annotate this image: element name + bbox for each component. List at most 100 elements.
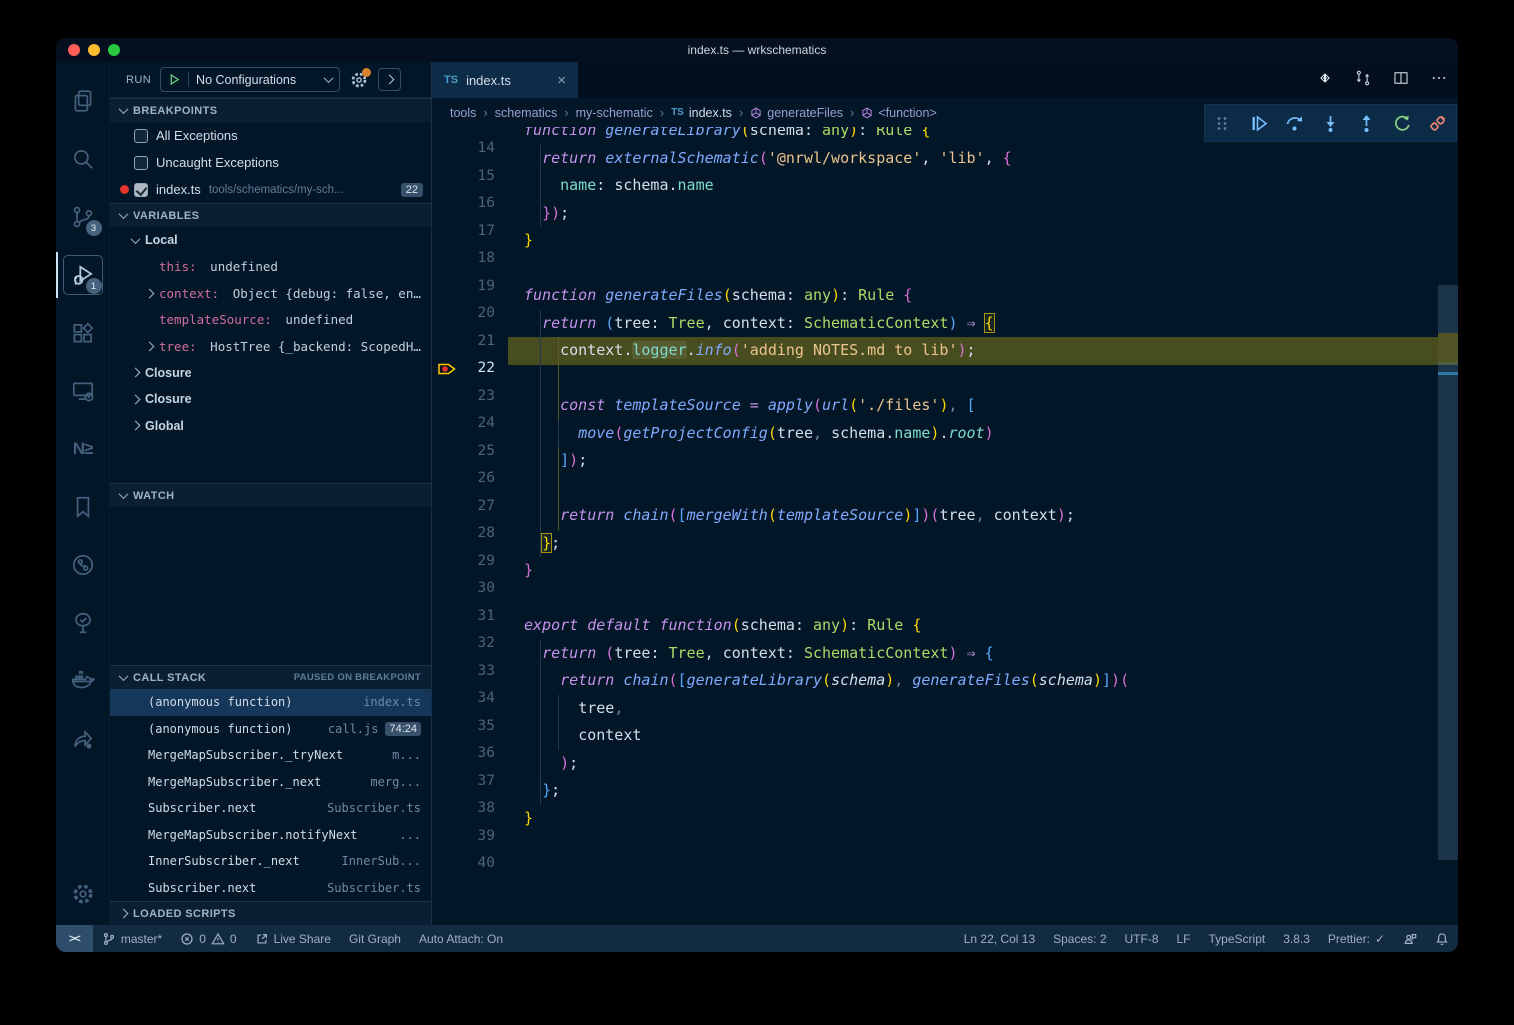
breadcrumb-item-file[interactable]: TS index.ts xyxy=(671,106,732,120)
loaded-scripts-section-header[interactable]: LOADED SCRIPTS xyxy=(110,901,431,925)
nx-console-icon[interactable]: N≥ xyxy=(56,420,110,478)
step-into-button[interactable] xyxy=(1321,114,1340,133)
call-stack-row[interactable]: Subscriber.nextSubscriber.ts xyxy=(110,795,431,822)
watch-empty-area[interactable] xyxy=(110,507,431,665)
feedback-status[interactable] xyxy=(1394,925,1426,952)
code-line[interactable]: 35 tree, xyxy=(432,695,1458,723)
language-mode-status[interactable]: TypeScript xyxy=(1200,925,1275,952)
code-line[interactable]: 21 return (tree: Tree, context: Schemati… xyxy=(432,310,1458,338)
variable-row[interactable]: Closure xyxy=(110,360,431,387)
checkbox[interactable] xyxy=(134,129,148,143)
eol-status[interactable]: LF xyxy=(1168,925,1200,952)
git-graph-icon[interactable] xyxy=(56,536,110,594)
open-changes-icon[interactable] xyxy=(1354,69,1372,92)
code-line[interactable]: 18} xyxy=(432,227,1458,255)
code-line[interactable]: 25 move(getProjectConfig(tree, schema.na… xyxy=(432,420,1458,448)
restart-button[interactable] xyxy=(1393,114,1412,133)
code-line[interactable]: 29 }; xyxy=(432,530,1458,558)
start-debug-icon[interactable] xyxy=(168,73,181,86)
breakpoints-section-header[interactable]: BREAKPOINTS xyxy=(110,98,431,122)
call-stack-row[interactable]: InnerSubscriber._nextInnerSub... xyxy=(110,848,431,875)
code-line[interactable]: 19 xyxy=(432,255,1458,283)
checkbox[interactable] xyxy=(134,183,148,197)
run-and-debug-icon[interactable]: 1 xyxy=(56,246,110,304)
code-line[interactable]: 38 }; xyxy=(432,777,1458,805)
call-stack-section-header[interactable]: CALL STACK PAUSED ON BREAKPOINT xyxy=(110,665,431,689)
breakpoint-row[interactable]: Uncaught Exceptions xyxy=(110,149,431,176)
code-line[interactable]: 15 return externalSchematic('@nrwl/works… xyxy=(432,145,1458,173)
step-over-button[interactable] xyxy=(1285,114,1304,133)
code-line[interactable]: 23 xyxy=(432,365,1458,393)
variable-row[interactable]: templateSource: undefined xyxy=(110,307,431,334)
manage-settings-icon[interactable] xyxy=(56,863,110,925)
call-stack-row[interactable]: (anonymous function)index.ts xyxy=(110,689,431,716)
bookmarks-icon[interactable] xyxy=(56,478,110,536)
code-editor[interactable]: 14function generateLibrary(schema: any):… xyxy=(432,127,1458,925)
call-stack-row[interactable]: MergeMapSubscriber._nextmerg... xyxy=(110,769,431,796)
step-out-button[interactable] xyxy=(1357,114,1376,133)
code-line[interactable]: 16 name: schema.name xyxy=(432,172,1458,200)
breadcrumb-item-tools[interactable]: tools xyxy=(450,106,476,120)
code-line[interactable]: 33 return (tree: Tree, context: Schemati… xyxy=(432,640,1458,668)
code-line[interactable]: 30} xyxy=(432,557,1458,585)
code-line[interactable]: 24 const templateSource = apply(url('./f… xyxy=(432,392,1458,420)
explorer-icon[interactable] xyxy=(56,72,110,130)
search-icon[interactable] xyxy=(56,130,110,188)
git-graph-status[interactable]: Git Graph xyxy=(340,925,410,952)
code-line[interactable]: 27 xyxy=(432,475,1458,503)
indentation-status[interactable]: Spaces: 2 xyxy=(1044,925,1115,952)
debug-console-button[interactable] xyxy=(378,68,401,91)
breakpoint-row[interactable]: All Exceptions xyxy=(110,122,431,149)
remote-indicator[interactable]: >< xyxy=(56,925,93,952)
call-stack-row[interactable]: Subscriber.nextSubscriber.ts xyxy=(110,875,431,902)
code-line[interactable]: 31 xyxy=(432,585,1458,613)
split-editor-icon[interactable] xyxy=(1392,69,1410,92)
code-line[interactable]: 39} xyxy=(432,805,1458,833)
checkbox[interactable] xyxy=(134,156,148,170)
code-line[interactable]: 17 }); xyxy=(432,200,1458,228)
disconnect-button[interactable] xyxy=(1428,114,1447,133)
call-stack-row[interactable]: MergeMapSubscriber.notifyNext... xyxy=(110,822,431,849)
source-control-icon[interactable]: 3 xyxy=(56,188,110,246)
code-line[interactable]: 32export default function(schema: any): … xyxy=(432,612,1458,640)
close-window-button[interactable] xyxy=(68,44,80,56)
variables-section-header[interactable]: VARIABLES xyxy=(110,203,431,227)
breakpoint-row[interactable]: index.ts tools/schematics/my-sch... 22 xyxy=(110,176,431,203)
remote-explorer-icon[interactable] xyxy=(56,362,110,420)
code-line[interactable]: 40 xyxy=(432,832,1458,860)
live-share-status[interactable]: Live Share xyxy=(246,925,340,952)
code-line[interactable]: 20function generateFiles(schema: any): R… xyxy=(432,282,1458,310)
encoding-status[interactable]: UTF-8 xyxy=(1116,925,1168,952)
code-line[interactable]: 22 context.logger.info('adding NOTES.md … xyxy=(432,337,1458,365)
continue-button[interactable] xyxy=(1249,114,1268,133)
variable-row[interactable]: context: Object {debug: false, en… xyxy=(110,280,431,307)
vertical-scrollbar[interactable] xyxy=(1438,127,1458,925)
configure-gear-icon[interactable] xyxy=(349,70,369,90)
extensions-icon[interactable] xyxy=(56,304,110,362)
variable-row[interactable]: this: undefined xyxy=(110,254,431,281)
variable-row[interactable]: Local xyxy=(110,227,431,254)
code-line[interactable]: 26 ]); xyxy=(432,447,1458,475)
gitlens-icon[interactable] xyxy=(1316,69,1334,92)
zoom-window-button[interactable] xyxy=(108,44,120,56)
code-line[interactable]: 28 return chain([mergeWith(templateSourc… xyxy=(432,502,1458,530)
todo-tree-icon[interactable] xyxy=(56,594,110,652)
variable-row[interactable]: Global xyxy=(110,413,431,440)
problems-status[interactable]: 0 0 xyxy=(171,925,245,952)
code-line[interactable]: 36 context xyxy=(432,722,1458,750)
prettier-status[interactable]: Prettier: ✓ xyxy=(1319,925,1394,952)
auto-attach-status[interactable]: Auto Attach: On xyxy=(410,925,512,952)
watch-section-header[interactable]: WATCH xyxy=(110,483,431,507)
typescript-version-status[interactable]: 3.8.3 xyxy=(1274,925,1319,952)
more-actions-icon[interactable] xyxy=(1430,69,1448,92)
docker-icon[interactable] xyxy=(56,652,110,710)
tab-index-ts[interactable]: TS index.ts × xyxy=(432,62,578,98)
breadcrumb-item-schematics[interactable]: schematics xyxy=(495,106,558,120)
drag-handle-icon[interactable] xyxy=(1213,114,1232,133)
git-branch-status[interactable]: master* xyxy=(93,925,171,952)
breadcrumb-item-my-schematic[interactable]: my-schematic xyxy=(576,106,653,120)
breadcrumb-item-generateFiles[interactable]: generateFiles xyxy=(750,106,843,120)
titlebar[interactable]: index.ts — wrkschematics xyxy=(56,38,1458,62)
call-stack-row[interactable]: MergeMapSubscriber._tryNextm... xyxy=(110,742,431,769)
minimize-window-button[interactable] xyxy=(88,44,100,56)
